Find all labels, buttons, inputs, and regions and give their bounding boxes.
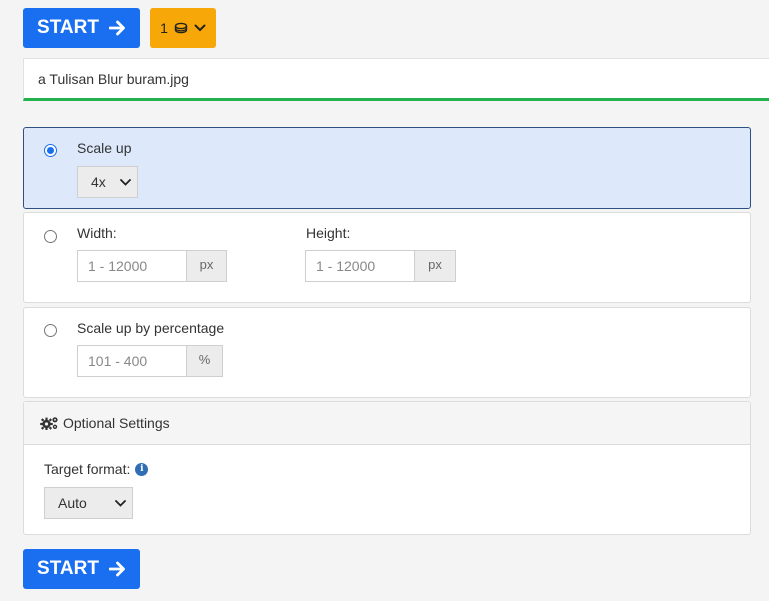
scale-factor-select[interactable]: 4x bbox=[77, 166, 138, 198]
option-scale-up[interactable]: Scale up 4x bbox=[23, 127, 751, 209]
start-button-bottom[interactable]: START bbox=[23, 549, 140, 589]
width-input-group: 1 - 12000 px bbox=[77, 250, 227, 282]
start-button-label: START bbox=[37, 558, 99, 579]
start-button-top[interactable]: START bbox=[23, 8, 140, 48]
target-format-label-row: Target format: i bbox=[44, 461, 149, 477]
arrow-right-icon bbox=[108, 561, 125, 577]
arrow-right-icon bbox=[108, 20, 125, 36]
height-input[interactable]: 1 - 12000 bbox=[305, 250, 415, 282]
percentage-input-group: 101 - 400 % bbox=[77, 345, 223, 377]
coins-icon bbox=[174, 22, 188, 34]
target-format-label: Target format: bbox=[44, 461, 131, 477]
credits-count: 1 bbox=[160, 20, 168, 36]
percentage-input[interactable]: 101 - 400 bbox=[77, 345, 187, 377]
percentage-placeholder: 101 - 400 bbox=[88, 353, 148, 369]
height-placeholder: 1 - 12000 bbox=[316, 258, 376, 274]
chevron-down-icon bbox=[120, 178, 131, 186]
option-percentage[interactable]: Scale up by percentage 101 - 400 % bbox=[23, 307, 751, 398]
optional-settings-panel: Optional Settings Target format: i Auto bbox=[23, 401, 751, 535]
scale-up-label: Scale up bbox=[77, 140, 132, 156]
percentage-label: Scale up by percentage bbox=[77, 320, 225, 336]
option-dimensions[interactable]: Width: Height: 1 - 12000 px 1 - 12000 px bbox=[23, 212, 751, 303]
credits-dropdown[interactable]: 1 bbox=[150, 8, 216, 48]
file-item: a Tulisan Blur buram.jpg bbox=[23, 58, 769, 101]
scale-up-radio[interactable] bbox=[44, 144, 57, 157]
target-format-value: Auto bbox=[58, 495, 87, 511]
percentage-radio[interactable] bbox=[44, 324, 57, 337]
width-unit: px bbox=[187, 250, 227, 282]
start-button-label: START bbox=[37, 17, 99, 38]
target-format-select[interactable]: Auto bbox=[44, 487, 133, 519]
chevron-down-icon bbox=[194, 24, 206, 32]
width-input[interactable]: 1 - 12000 bbox=[77, 250, 187, 282]
optional-settings-title: Optional Settings bbox=[63, 415, 170, 431]
height-label: Height: bbox=[306, 225, 351, 241]
percentage-unit: % bbox=[187, 345, 223, 377]
gears-icon bbox=[40, 417, 58, 430]
chevron-down-icon bbox=[115, 499, 126, 507]
file-name: a Tulisan Blur buram.jpg bbox=[38, 70, 189, 87]
width-placeholder: 1 - 12000 bbox=[88, 258, 148, 274]
dimensions-radio[interactable] bbox=[44, 230, 57, 243]
height-unit: px bbox=[415, 250, 456, 282]
optional-settings-header[interactable]: Optional Settings bbox=[24, 402, 750, 445]
scale-factor-value: 4x bbox=[91, 174, 106, 190]
info-icon[interactable]: i bbox=[135, 462, 149, 476]
width-label: Width: bbox=[77, 225, 117, 241]
height-input-group: 1 - 12000 px bbox=[305, 250, 456, 282]
